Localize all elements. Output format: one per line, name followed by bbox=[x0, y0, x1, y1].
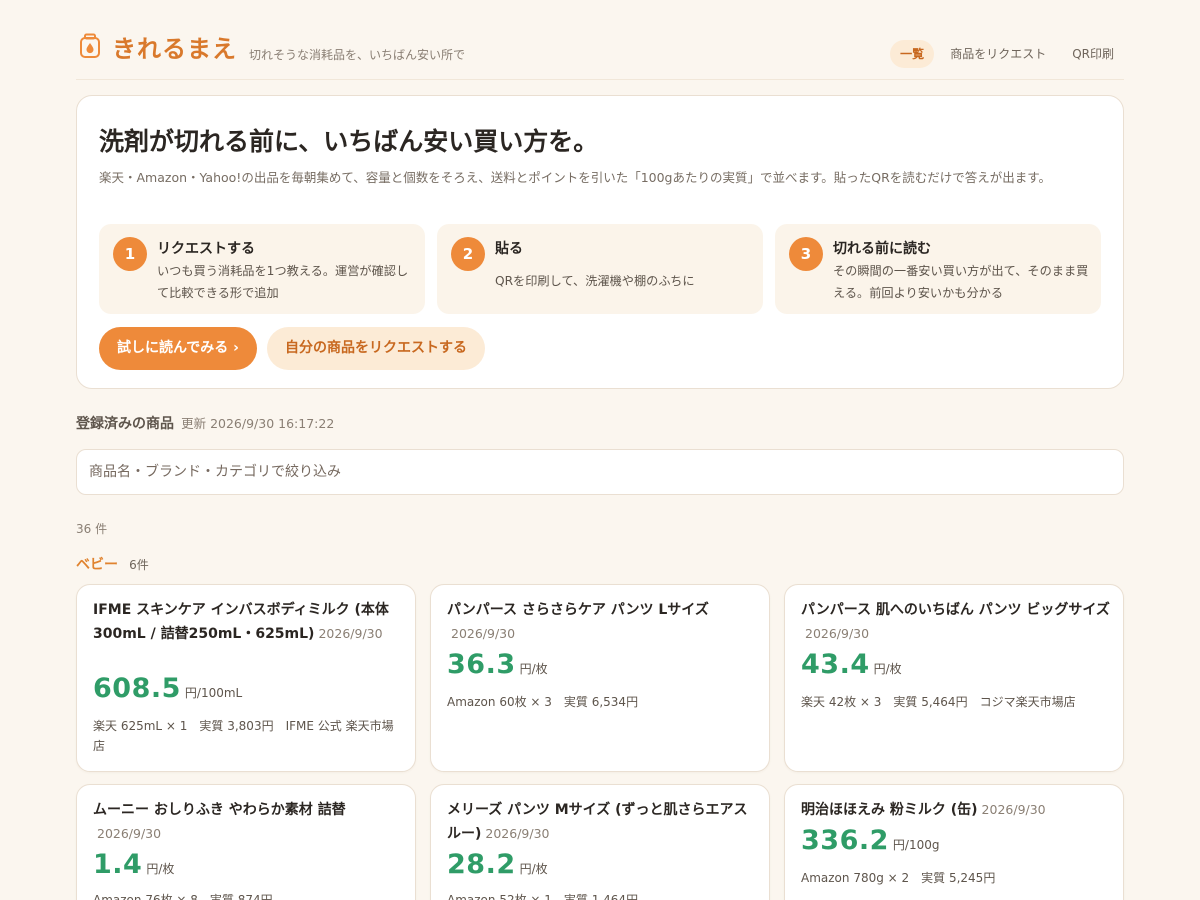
search-input[interactable] bbox=[76, 449, 1124, 495]
try-scan-button[interactable]: 試しに読んでみる › bbox=[99, 327, 257, 370]
step-scan: 3 切れる前に読む その瞬間の一番安い買い方が出て、そのまま買える。前回より安い… bbox=[775, 224, 1101, 314]
step-title: 切れる前に読む bbox=[833, 241, 931, 257]
logo-text[interactable]: きれるまえ bbox=[112, 29, 237, 64]
step-text: いつも買う消耗品を1つ教える。運営が確認して比較できる形で追加 bbox=[157, 264, 409, 300]
product-card[interactable]: ムーニー おしりふき やわらか素材 詰替 2026/9/30 1.4 円/枚 Ama… bbox=[76, 784, 416, 900]
product-name-text: パンパース さらさらケア パンツ Lサイズ bbox=[447, 602, 709, 618]
product-card[interactable]: メリーズ パンツ Mサイズ (ずっと肌さらエアスルー) 2026/9/30 28.… bbox=[430, 784, 770, 900]
category-header: ベビー 6件 bbox=[76, 554, 149, 574]
step-number: 2 bbox=[451, 237, 485, 271]
product-date: 2026/9/30 bbox=[981, 802, 1046, 817]
unit-price: 43.4 bbox=[801, 649, 870, 680]
product-detail: 楽天 625mL × 1 実質 3,803円 IFME 公式 楽天市場店 bbox=[93, 719, 394, 753]
unit-price: 1.4 bbox=[93, 849, 143, 880]
hero-title: 洗剤が切れる前に、いちばん安い買い方を。 bbox=[99, 127, 599, 156]
step-title: 貼る bbox=[495, 241, 523, 257]
price-unit: 円/100g bbox=[892, 838, 940, 852]
product-date: 2026/9/30 bbox=[805, 626, 870, 641]
step-request: 1 リクエストする いつも買う消耗品を1つ教える。運営が確認して比較できる形で追… bbox=[99, 224, 425, 314]
price-line: 336.2 円/100g bbox=[801, 825, 939, 856]
page: きれるまえ 切れそうな消耗品を、いちばん安い所で 一覧 商品をリクエスト QR印… bbox=[76, 0, 1124, 900]
tagline: 切れそうな消耗品を、いちばん安い所で bbox=[249, 48, 466, 62]
product-detail: Amazon 52枚 × 1 実質 1,464円 bbox=[447, 893, 639, 900]
step-title: リクエストする bbox=[157, 241, 255, 257]
hero-actions: 試しに読んでみる › 自分の商品をリクエストする bbox=[99, 327, 485, 370]
category-name: ベビー bbox=[76, 557, 118, 573]
unit-price: 336.2 bbox=[801, 825, 889, 856]
step-number: 1 bbox=[113, 237, 147, 271]
product-card[interactable]: パンパース さらさらケア パンツ Lサイズ 2026/9/30 36.3 円/枚 A… bbox=[430, 584, 770, 772]
product-card[interactable]: IFME スキンケア インバスボディミルク (本体300mL / 詰替250mL… bbox=[76, 584, 416, 772]
price-unit: 円/枚 bbox=[146, 862, 175, 876]
product-name: メリーズ パンツ Mサイズ (ずっと肌さらエアスルー) 2026/9/30 bbox=[447, 798, 757, 846]
step-stick: 2 貼る QRを印刷して、洗濯機や棚のふちに bbox=[437, 224, 763, 314]
request-product-button[interactable]: 自分の商品をリクエストする bbox=[266, 327, 485, 370]
nav-item-qr-print[interactable]: QR印刷 bbox=[1062, 40, 1124, 68]
nav-item-request[interactable]: 商品をリクエスト bbox=[940, 40, 1056, 68]
product-date: 2026/9/30 bbox=[485, 826, 550, 841]
product-detail: Amazon 76枚 × 8 実質 874円 bbox=[93, 893, 273, 900]
price-line: 28.2 円/枚 bbox=[447, 849, 548, 880]
unit-price: 608.5 bbox=[93, 673, 181, 704]
product-name: ムーニー おしりふき やわらか素材 詰替 2026/9/30 bbox=[93, 798, 403, 846]
price-unit: 円/100mL bbox=[184, 686, 243, 700]
unit-price: 28.2 bbox=[447, 849, 516, 880]
product-date: 2026/9/30 bbox=[97, 826, 162, 841]
product-name: パンパース さらさらケア パンツ Lサイズ 2026/9/30 bbox=[447, 598, 757, 646]
product-name-text: ムーニー おしりふき やわらか素材 詰替 bbox=[93, 802, 346, 818]
product-name-text: 明治ほほえみ 粉ミルク (缶) bbox=[801, 802, 978, 818]
product-date: 2026/9/30 bbox=[318, 626, 383, 641]
category-count: 6件 bbox=[129, 558, 149, 572]
bottle-drop-icon bbox=[78, 33, 102, 59]
nav-item-list[interactable]: 一覧 bbox=[890, 40, 935, 68]
updated-timestamp: 更新 2026/9/30 16:17:22 bbox=[181, 416, 335, 431]
price-line: 1.4 円/枚 bbox=[93, 849, 174, 880]
result-count: 36 件 bbox=[76, 522, 108, 536]
hero-panel: 洗剤が切れる前に、いちばん安い買い方を。 楽天・Amazon・Yahoo!の出品… bbox=[76, 95, 1124, 389]
price-line: 43.4 円/枚 bbox=[801, 649, 902, 680]
product-card[interactable]: 明治ほほえみ 粉ミルク (缶) 2026/9/30 336.2 円/100g Ama… bbox=[784, 784, 1124, 900]
price-line: 36.3 円/枚 bbox=[447, 649, 548, 680]
product-name: 明治ほほえみ 粉ミルク (缶) 2026/9/30 bbox=[801, 798, 1111, 822]
price-line: 608.5 円/100mL bbox=[93, 673, 242, 704]
registered-products-header: 登録済みの商品 更新 2026/9/30 16:17:22 bbox=[76, 413, 334, 433]
product-card[interactable]: パンパース 肌へのいちばん パンツ ビッグサイズ 2026/9/30 43.4 円/… bbox=[784, 584, 1124, 772]
unit-price: 36.3 bbox=[447, 649, 516, 680]
product-date: 2026/9/30 bbox=[451, 626, 516, 641]
section-title: 登録済みの商品 bbox=[76, 416, 174, 432]
main-nav: 一覧 商品をリクエスト QR印刷 bbox=[890, 40, 1124, 68]
product-detail: Amazon 60枚 × 3 実質 6,534円 bbox=[447, 695, 639, 709]
product-name: IFME スキンケア インバスボディミルク (本体300mL / 詰替250mL… bbox=[93, 598, 403, 646]
price-unit: 円/枚 bbox=[519, 662, 548, 676]
product-detail: Amazon 780g × 2 実質 5,245円 bbox=[801, 871, 996, 885]
price-unit: 円/枚 bbox=[519, 862, 548, 876]
price-unit: 円/枚 bbox=[873, 662, 902, 676]
steps: 1 リクエストする いつも買う消耗品を1つ教える。運営が確認して比較できる形で追… bbox=[99, 224, 1101, 314]
product-detail: 楽天 42枚 × 3 実質 5,464円 コジマ楽天市場店 bbox=[801, 695, 1076, 709]
step-number: 3 bbox=[789, 237, 823, 271]
step-text: その瞬間の一番安い買い方が出て、そのまま買える。前回より安いかも分かる bbox=[833, 264, 1089, 300]
hero-description: 楽天・Amazon・Yahoo!の出品を毎朝集めて、容量と個数をそろえ、送料とポ… bbox=[99, 170, 1052, 185]
step-text: QRを印刷して、洗濯機や棚のふちに bbox=[495, 274, 695, 288]
product-name-text: パンパース 肌へのいちばん パンツ ビッグサイズ bbox=[801, 602, 1110, 618]
product-name: パンパース 肌へのいちばん パンツ ビッグサイズ 2026/9/30 bbox=[801, 598, 1111, 646]
site-header: きれるまえ 切れそうな消耗品を、いちばん安い所で 一覧 商品をリクエスト QR印… bbox=[76, 0, 1124, 80]
